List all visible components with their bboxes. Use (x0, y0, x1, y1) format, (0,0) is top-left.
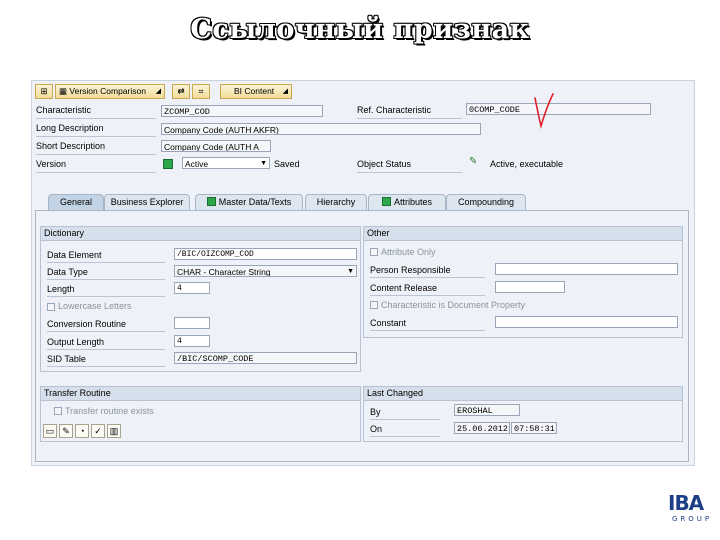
constant-label: Constant (370, 318, 407, 328)
ref-characteristic-field[interactable]: 0COMP_CODE (466, 103, 651, 115)
object-status-label: Object Status (357, 159, 412, 169)
status-check-icon: ✎ (469, 156, 478, 167)
characteristic-document-label: Characteristic is Document Property (381, 300, 526, 310)
structure-icon[interactable]: ⌗ (192, 84, 210, 99)
dropdown-arrow-icon: ◢ (155, 88, 161, 95)
version-status-led-icon (163, 159, 173, 169)
tab-general[interactable]: General (48, 194, 104, 210)
toolbar: ⊞ ▦ Version Comparison ◢ ⇄ ⌗ BI Content … (32, 81, 694, 102)
sap-characteristic-window: ⊞ ▦ Version Comparison ◢ ⇄ ⌗ BI Content … (31, 80, 695, 466)
slide-title: Ссылочный признак (190, 14, 530, 45)
bi-content-button[interactable]: BI Content ◢ (220, 84, 292, 99)
length-label: Length (47, 284, 75, 294)
version-comparison-label: Version Comparison (69, 86, 146, 96)
tab-attributes[interactable]: Attributes (368, 194, 446, 210)
sid-table-field[interactable]: /BIC/SCOMP_CODE (174, 352, 357, 364)
create-icon[interactable]: ▭ (43, 424, 57, 438)
data-type-value: CHAR - Character String (177, 267, 271, 277)
last-changed-title: Last Changed (364, 387, 682, 401)
transfer-routine-label: Transfer routine exists (65, 406, 154, 416)
bi-content-label: BI Content (234, 86, 275, 96)
object-status-value: Active, executable (490, 159, 564, 169)
version-value: Active (185, 159, 209, 169)
sid-table-label: SID Table (47, 354, 86, 364)
transfer-routine-checkbox[interactable] (54, 407, 62, 415)
dictionary-group: Dictionary Data Element /BIC/OIZCOMP_COD… (40, 226, 361, 372)
tab-master-data-texts[interactable]: Master Data/Texts (195, 194, 303, 210)
chevron-down-icon: ▼ (347, 268, 354, 275)
tab-hierarchy[interactable]: Hierarchy (305, 194, 367, 210)
short-description-label: Short Description (36, 141, 106, 151)
long-description-label: Long Description (36, 123, 104, 133)
long-description-field[interactable]: Company Code (AUTH AKFR) (161, 123, 481, 135)
other-title: Other (364, 227, 682, 241)
version-comparison-icon: ▦ (59, 86, 68, 96)
constant-field[interactable] (495, 316, 678, 328)
lowercase-checkbox[interactable] (47, 303, 55, 311)
active-led-icon (381, 197, 391, 206)
output-length-field[interactable]: 4 (174, 335, 210, 347)
output-length-label: Output Length (47, 337, 105, 347)
active-led-icon (206, 197, 216, 206)
person-responsible-field[interactable] (495, 263, 678, 275)
changed-by-field[interactable]: EROSHAL (454, 404, 520, 416)
display-icon[interactable]: ◔ (75, 424, 89, 438)
short-description-field[interactable]: Company Code (AUTH A (161, 140, 271, 152)
data-element-label: Data Element (47, 250, 102, 260)
ref-characteristic-label: Ref. Characteristic (357, 105, 432, 115)
characteristic-field[interactable]: ZCOMP_COD (161, 105, 323, 117)
tab-panel-general: Dictionary Data Element /BIC/OIZCOMP_COD… (35, 210, 689, 462)
tab-compounding[interactable]: Compounding (446, 194, 526, 210)
length-field[interactable]: 4 (174, 282, 210, 294)
iba-group-logo: IBA GROUP (668, 492, 718, 532)
delete-icon[interactable]: ▥ (107, 424, 121, 438)
transfer-routine-title: Transfer Routine (41, 387, 360, 401)
data-type-label: Data Type (47, 267, 88, 277)
tab-business-explorer[interactable]: Business Explorer (104, 194, 190, 210)
version-saved-text: Saved (274, 159, 300, 169)
edit-icon[interactable]: ✎ (59, 424, 73, 438)
conversion-routine-label: Conversion Routine (47, 319, 127, 329)
dictionary-title: Dictionary (41, 227, 360, 241)
hierarchy-icon[interactable]: ⊞ (35, 84, 53, 99)
characteristic-document-checkbox[interactable] (370, 301, 378, 309)
dropdown-arrow-icon: ◢ (282, 88, 288, 95)
version-comparison-button[interactable]: ▦ Version Comparison ◢ (55, 84, 165, 99)
lowercase-label: Lowercase Letters (58, 301, 132, 311)
chevron-down-icon: ▼ (260, 160, 267, 167)
content-release-field[interactable] (495, 281, 565, 293)
logo-subtext: GROUP (672, 515, 713, 523)
red-checkmark-annotation (534, 93, 554, 130)
characteristic-label: Characteristic (36, 105, 92, 115)
check-icon[interactable]: ✓ (91, 424, 105, 438)
changed-on-time-field[interactable]: 07:58:31 (511, 422, 557, 434)
other-group: Other Attribute Only Person Responsible … (363, 226, 683, 338)
version-label: Version (36, 159, 67, 169)
on-label: On (370, 424, 383, 434)
attribute-only-label: Attribute Only (381, 247, 436, 257)
last-changed-group: Last Changed By EROSHAL On 25.06.2012 07… (363, 386, 683, 442)
data-element-field[interactable]: /BIC/OIZCOMP_COD (174, 248, 357, 260)
version-select[interactable]: Active ▼ (182, 157, 270, 169)
conversion-routine-field[interactable] (174, 317, 210, 329)
changed-on-date-field[interactable]: 25.06.2012 (454, 422, 510, 434)
by-label: By (370, 407, 381, 417)
data-type-select[interactable]: CHAR - Character String ▼ (174, 265, 357, 277)
logo-text: IBA (668, 491, 704, 515)
transport-icon[interactable]: ⇄ (172, 84, 190, 99)
attribute-only-checkbox[interactable] (370, 248, 378, 256)
content-release-label: Content Release (370, 283, 438, 293)
person-responsible-label: Person Responsible (370, 265, 451, 275)
